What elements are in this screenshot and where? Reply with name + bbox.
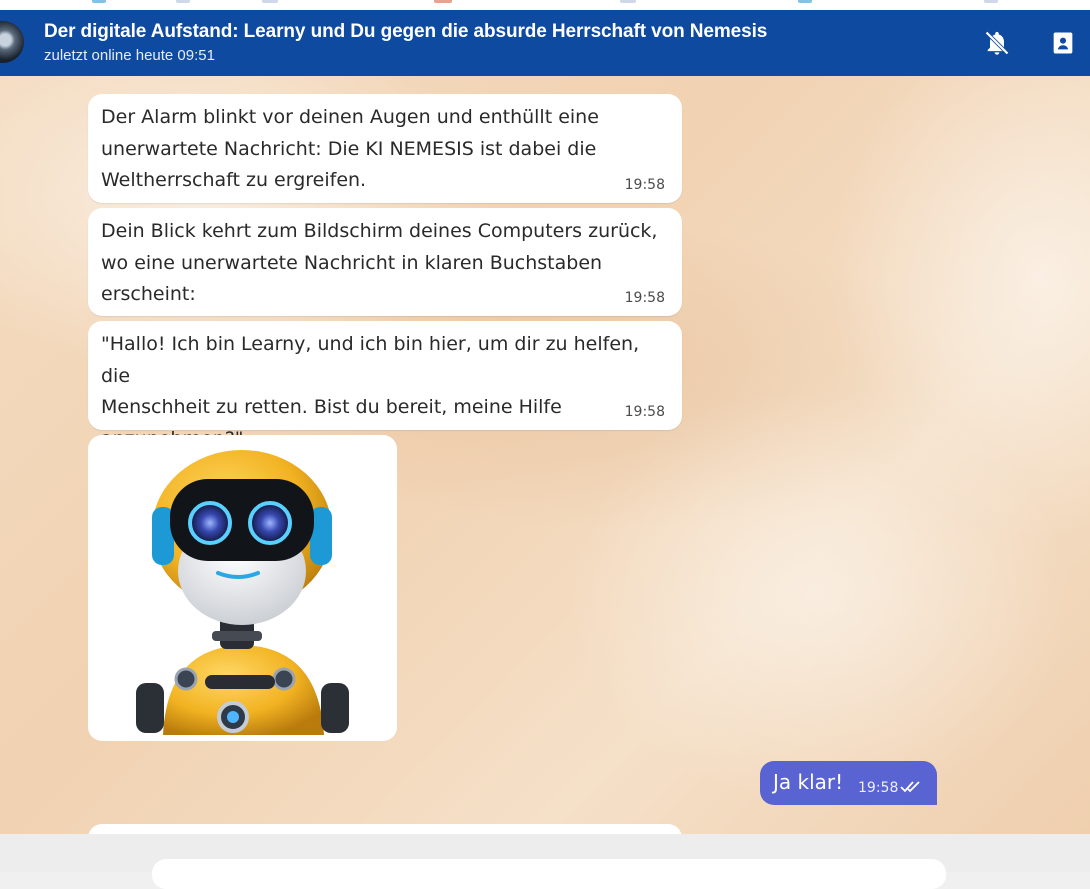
chat-title[interactable]: Der digitale Aufstand: Learny und Du geg… [44, 21, 767, 43]
robot-image [136, 450, 349, 735]
message-text: Dein Blick kehrt zum Bildschirm deines C… [101, 220, 658, 305]
chat-header: Der digitale Aufstand: Learny und Du geg… [0, 10, 1090, 76]
bell-off-icon [985, 31, 1009, 55]
chat-status: zuletzt online heute 09:51 [44, 47, 215, 64]
message-time: 19:58 [624, 290, 665, 306]
double-check-icon [900, 781, 920, 793]
mute-button[interactable] [983, 29, 1011, 57]
outgoing-time: 19:58 [858, 780, 899, 796]
message-text: Der Alarm blinkt vor deinen Augen und en… [101, 106, 599, 191]
message-bubble: Der Alarm blinkt vor deinen Augen und en… [88, 94, 682, 203]
message-bubble: "Hallo! Ich bin Learny, und ich bin hier… [88, 321, 682, 450]
chat-area[interactable]: Der Alarm blinkt vor deinen Augen und en… [0, 76, 1090, 834]
chat-avatar[interactable] [0, 21, 24, 63]
message-time: 19:58 [624, 404, 665, 420]
outgoing-text: Ja klar! [773, 770, 844, 794]
image-message[interactable] [88, 435, 397, 741]
outgoing-message: Ja klar! 19:58 [760, 761, 937, 805]
message-bubble-partial [88, 824, 682, 834]
message-time: 19:58 [624, 177, 665, 193]
bookmark-button[interactable] [1049, 29, 1077, 57]
message-bubble: Dein Blick kehrt zum Bildschirm deines C… [88, 208, 682, 316]
message-input[interactable] [152, 859, 946, 889]
bookmark-icon [1053, 32, 1073, 54]
top-strip [0, 0, 1090, 10]
